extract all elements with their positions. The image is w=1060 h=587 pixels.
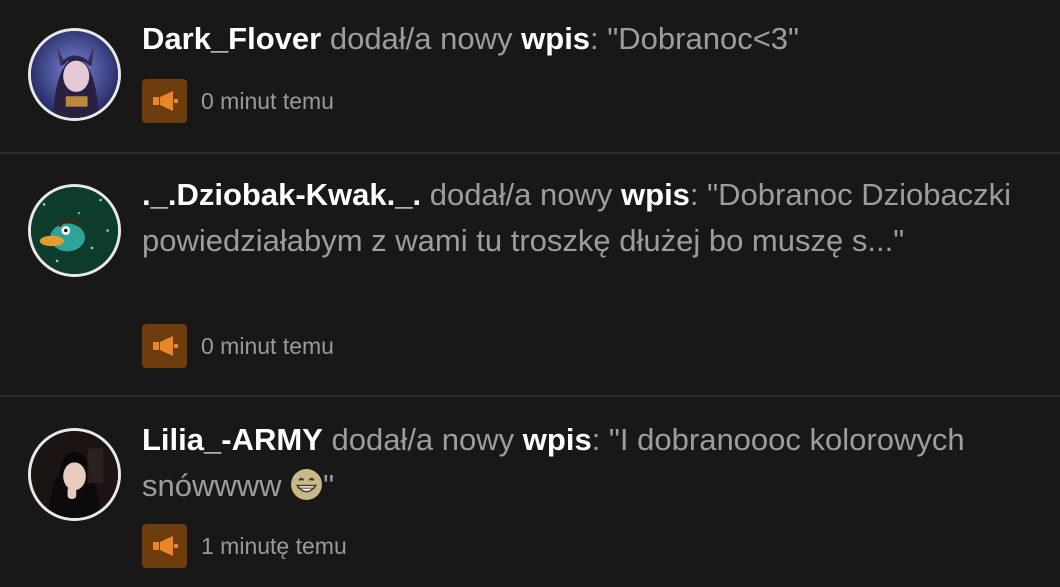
feed-item-text: Dark_Flover dodał/a nowy wpis: "Dobranoc… (142, 16, 1022, 62)
entry-type-link[interactable]: wpis (521, 21, 590, 56)
entry-quote-link[interactable]: "Dobranoc<3" (607, 21, 799, 56)
username-link[interactable]: Lilia_-ARMY (142, 422, 323, 457)
username-link[interactable]: ._.Dziobak-Kwak._. (142, 177, 421, 212)
avatar-platypus-icon (31, 187, 118, 274)
activity-feed: Dark_Flover dodał/a nowy wpis: "Dobranoc… (0, 0, 1060, 587)
colon: : (590, 21, 608, 56)
action-text: dodał/a nowy (321, 21, 522, 56)
action-text: dodał/a nowy (322, 422, 523, 457)
colon: : (591, 422, 609, 457)
feed-item-meta: 1 minutę temu (142, 524, 347, 568)
user-avatar[interactable] (28, 428, 121, 521)
feed-item-meta: 0 minut temu (142, 324, 334, 368)
entry-type-link[interactable]: wpis (523, 422, 592, 457)
timestamp: 0 minut temu (201, 87, 334, 114)
colon: : (689, 177, 708, 212)
username-link[interactable]: Dark_Flover (142, 21, 321, 56)
user-avatar[interactable] (28, 28, 121, 121)
feed-item-text: ._.Dziobak-Kwak._. dodał/a nowy wpis: "D… (142, 172, 1022, 264)
megaphone-icon (142, 324, 187, 368)
feed-item[interactable]: ._.Dziobak-Kwak._. dodał/a nowy wpis: "D… (0, 152, 1060, 397)
timestamp: 0 minut temu (201, 332, 334, 359)
timestamp: 1 minutę temu (201, 532, 347, 559)
entry-type-link[interactable]: wpis (621, 177, 690, 212)
feed-item-text: Lilia_-ARMY dodał/a nowy wpis: "I dobran… (142, 417, 1022, 509)
quote-end: " (323, 468, 335, 503)
avatar-dark-flover-icon (31, 31, 118, 118)
megaphone-icon (142, 79, 187, 123)
feed-item[interactable]: Lilia_-ARMY dodał/a nowy wpis: "I dobran… (0, 397, 1060, 587)
megaphone-icon (142, 524, 187, 568)
grinning-face-icon (291, 469, 323, 500)
action-text: dodał/a nowy (421, 177, 622, 212)
feed-item-meta: 0 minut temu (142, 79, 334, 123)
avatar-lilia-icon (31, 431, 118, 518)
feed-item[interactable]: Dark_Flover dodał/a nowy wpis: "Dobranoc… (0, 0, 1060, 154)
user-avatar[interactable] (28, 184, 121, 277)
